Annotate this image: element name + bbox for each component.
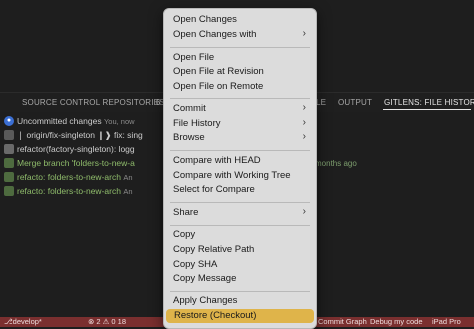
menu-item-compare-with-head[interactable]: Compare with HEAD: [165, 154, 315, 168]
commit-message: refactor(factory-singleton): logg: [17, 144, 135, 154]
menu-item-select-for-compare[interactable]: Select for Compare: [165, 183, 315, 197]
menu-separator: [170, 98, 310, 99]
menu-item-commit[interactable]: Commit ›: [165, 102, 315, 116]
commit-time: months ago: [315, 159, 357, 168]
tab-partial[interactable]: LE: [316, 98, 326, 107]
commit-author: An: [123, 187, 133, 196]
chevron-right-icon: ›: [302, 28, 306, 39]
commit-message: Merge branch 'folders-to-new-a: [17, 158, 135, 168]
chevron-right-icon: ›: [302, 117, 306, 128]
menu-item-apply-changes[interactable]: Apply Changes: [165, 294, 315, 308]
menu-separator: [170, 291, 310, 292]
avatar-icon: [4, 130, 14, 140]
commit-message: Uncommitted changes: [17, 116, 102, 126]
menu-separator: [170, 225, 310, 226]
tab-gitlens-file-history[interactable]: GITLENS: FILE HISTORY: [384, 98, 474, 107]
person-icon: ●: [4, 116, 14, 126]
commit-graph-button[interactable]: Commit Graph: [318, 317, 367, 327]
problems-indicator[interactable]: ⊗ 2 ⚠ 0 18: [88, 317, 126, 327]
chevron-right-icon: ›: [302, 102, 306, 113]
chevron-right-icon: ›: [302, 131, 306, 142]
commit-message: ❘ origin/fix-singleton ❙❱ fix: sing: [17, 130, 143, 140]
commit-author: An: [123, 173, 133, 182]
menu-item-open-file-at-revision[interactable]: Open File at Revision: [165, 65, 315, 79]
tab-badge: 6: [156, 98, 161, 107]
active-tab-indicator: [383, 109, 471, 110]
commit-author: You, now: [103, 117, 135, 126]
menu-item-open-changes-with[interactable]: Open Changes with ›: [165, 28, 315, 42]
menu-separator: [170, 47, 310, 48]
menu-item-copy[interactable]: Copy: [165, 228, 315, 242]
tab-source-control-repositories[interactable]: SOURCE CONTROL REPOSITORIES: [22, 98, 165, 107]
branch-indicator[interactable]: ⎇ develop*: [4, 317, 42, 327]
tab-output[interactable]: OUTPUT: [338, 98, 372, 107]
menu-item-browse[interactable]: Browse ›: [165, 131, 315, 145]
menu-item-copy-sha[interactable]: Copy SHA: [165, 258, 315, 272]
menu-item-open-file[interactable]: Open File: [165, 51, 315, 65]
menu-item-open-file-on-remote[interactable]: Open File on Remote: [165, 80, 315, 94]
device-indicator[interactable]: iPad Pro: [432, 317, 461, 327]
menu-item-file-history[interactable]: File History ›: [165, 117, 315, 131]
commit-message: refacto: folders-to-new-arch: [17, 172, 121, 182]
context-menu: Open Changes Open Changes with › Open Fil…: [163, 8, 317, 329]
menu-item-copy-message[interactable]: Copy Message: [165, 272, 315, 286]
menu-item-open-changes[interactable]: Open Changes: [165, 13, 315, 27]
commit-message: refacto: folders-to-new-arch: [17, 186, 121, 196]
avatar-icon: [4, 186, 14, 196]
menu-separator: [170, 202, 310, 203]
menu-item-restore-checkout[interactable]: Restore (Checkout): [166, 309, 314, 323]
menu-item-compare-with-working-tree[interactable]: Compare with Working Tree: [165, 169, 315, 183]
avatar-icon: [4, 144, 14, 154]
menu-item-copy-relative-path[interactable]: Copy Relative Path: [165, 243, 315, 257]
chevron-right-icon: ›: [302, 206, 306, 217]
menu-separator: [170, 150, 310, 151]
debug-button[interactable]: Debug my code: [370, 317, 423, 327]
avatar-icon: [4, 158, 14, 168]
menu-item-share[interactable]: Share ›: [165, 206, 315, 220]
avatar-icon: [4, 172, 14, 182]
